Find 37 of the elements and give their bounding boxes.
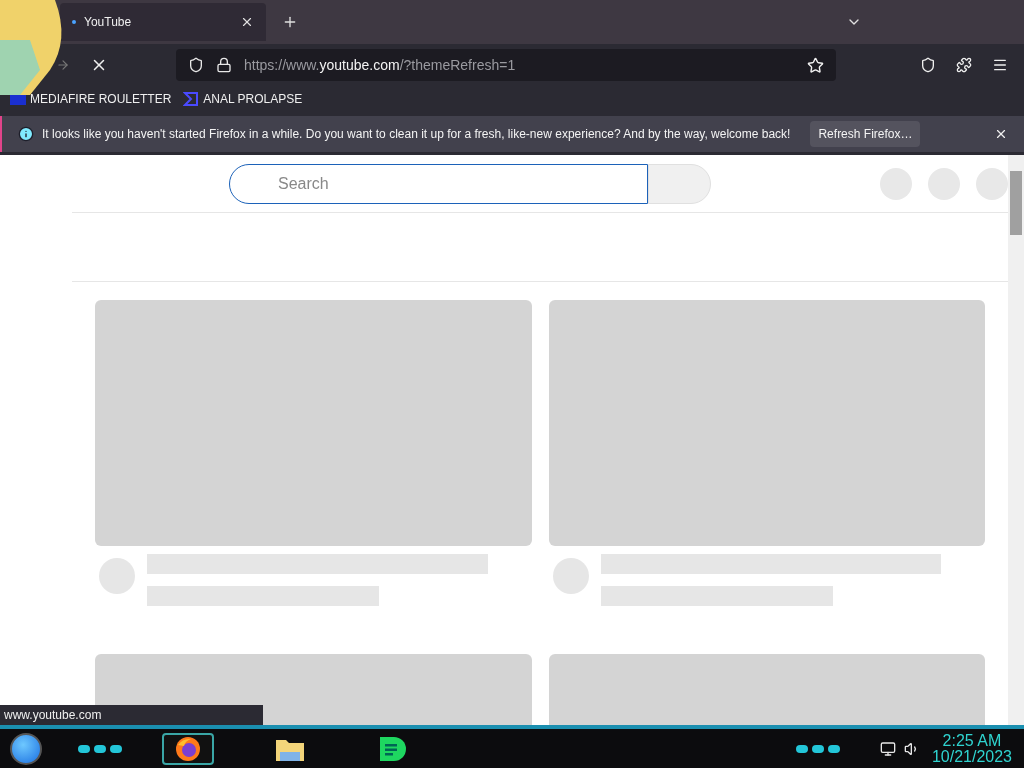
shield-icon[interactable] xyxy=(188,57,204,73)
start-button[interactable] xyxy=(10,732,42,765)
decoration-icon xyxy=(811,744,824,753)
avatar-placeholder xyxy=(552,558,589,594)
decoration-icon xyxy=(110,744,122,753)
forward-icon[interactable] xyxy=(56,58,70,72)
sigma-icon xyxy=(183,91,200,107)
url-text: https://www.youtube.com/?themeRefresh=1 xyxy=(244,55,517,75)
decoration-icon xyxy=(94,744,106,753)
bookmark-item[interactable]: ANAL PROLAPSE xyxy=(183,90,303,108)
decoration-icon xyxy=(795,744,808,753)
note-app-icon[interactable] xyxy=(378,734,406,763)
clock-time: 2:25 AM xyxy=(942,732,1002,749)
status-url: www.youtube.com xyxy=(0,705,263,725)
search-input[interactable]: Search xyxy=(278,171,478,196)
notification-message: It looks like you haven't started Firefox in a while. Do you want to clean it up for a fresh, like-new experience? And by the way, welcome back! xyxy=(42,126,791,143)
bookmark-item[interactable]: MEDIAFIRE ROULETTER xyxy=(10,90,172,108)
close-icon[interactable] xyxy=(240,15,254,29)
bookmark-star-icon[interactable] xyxy=(807,56,824,74)
decoration-icon xyxy=(78,744,90,753)
firefox-icon[interactable] xyxy=(175,735,201,762)
clock-date: 10/21/2023 xyxy=(931,748,1012,765)
close-icon[interactable] xyxy=(994,127,1008,141)
extensions-icon[interactable] xyxy=(956,57,972,73)
menu-icon[interactable] xyxy=(992,57,1008,73)
address-bar[interactable]: https://www.youtube.com/?themeRefresh=1 xyxy=(176,49,836,81)
lock-icon[interactable] xyxy=(216,57,232,73)
new-tab-icon[interactable] xyxy=(282,14,298,30)
info-icon xyxy=(18,126,34,142)
tab-title: YouTube xyxy=(84,14,133,31)
scrollbar[interactable] xyxy=(1008,155,1024,725)
avatar-placeholder xyxy=(99,558,135,594)
refresh-firefox-button[interactable]: Refresh Firefox… xyxy=(810,121,921,147)
taskbar-app[interactable] xyxy=(162,732,214,765)
browser-tab[interactable]: YouTube xyxy=(60,3,266,41)
decoration-icon xyxy=(827,744,840,753)
network-icon[interactable] xyxy=(879,740,896,757)
